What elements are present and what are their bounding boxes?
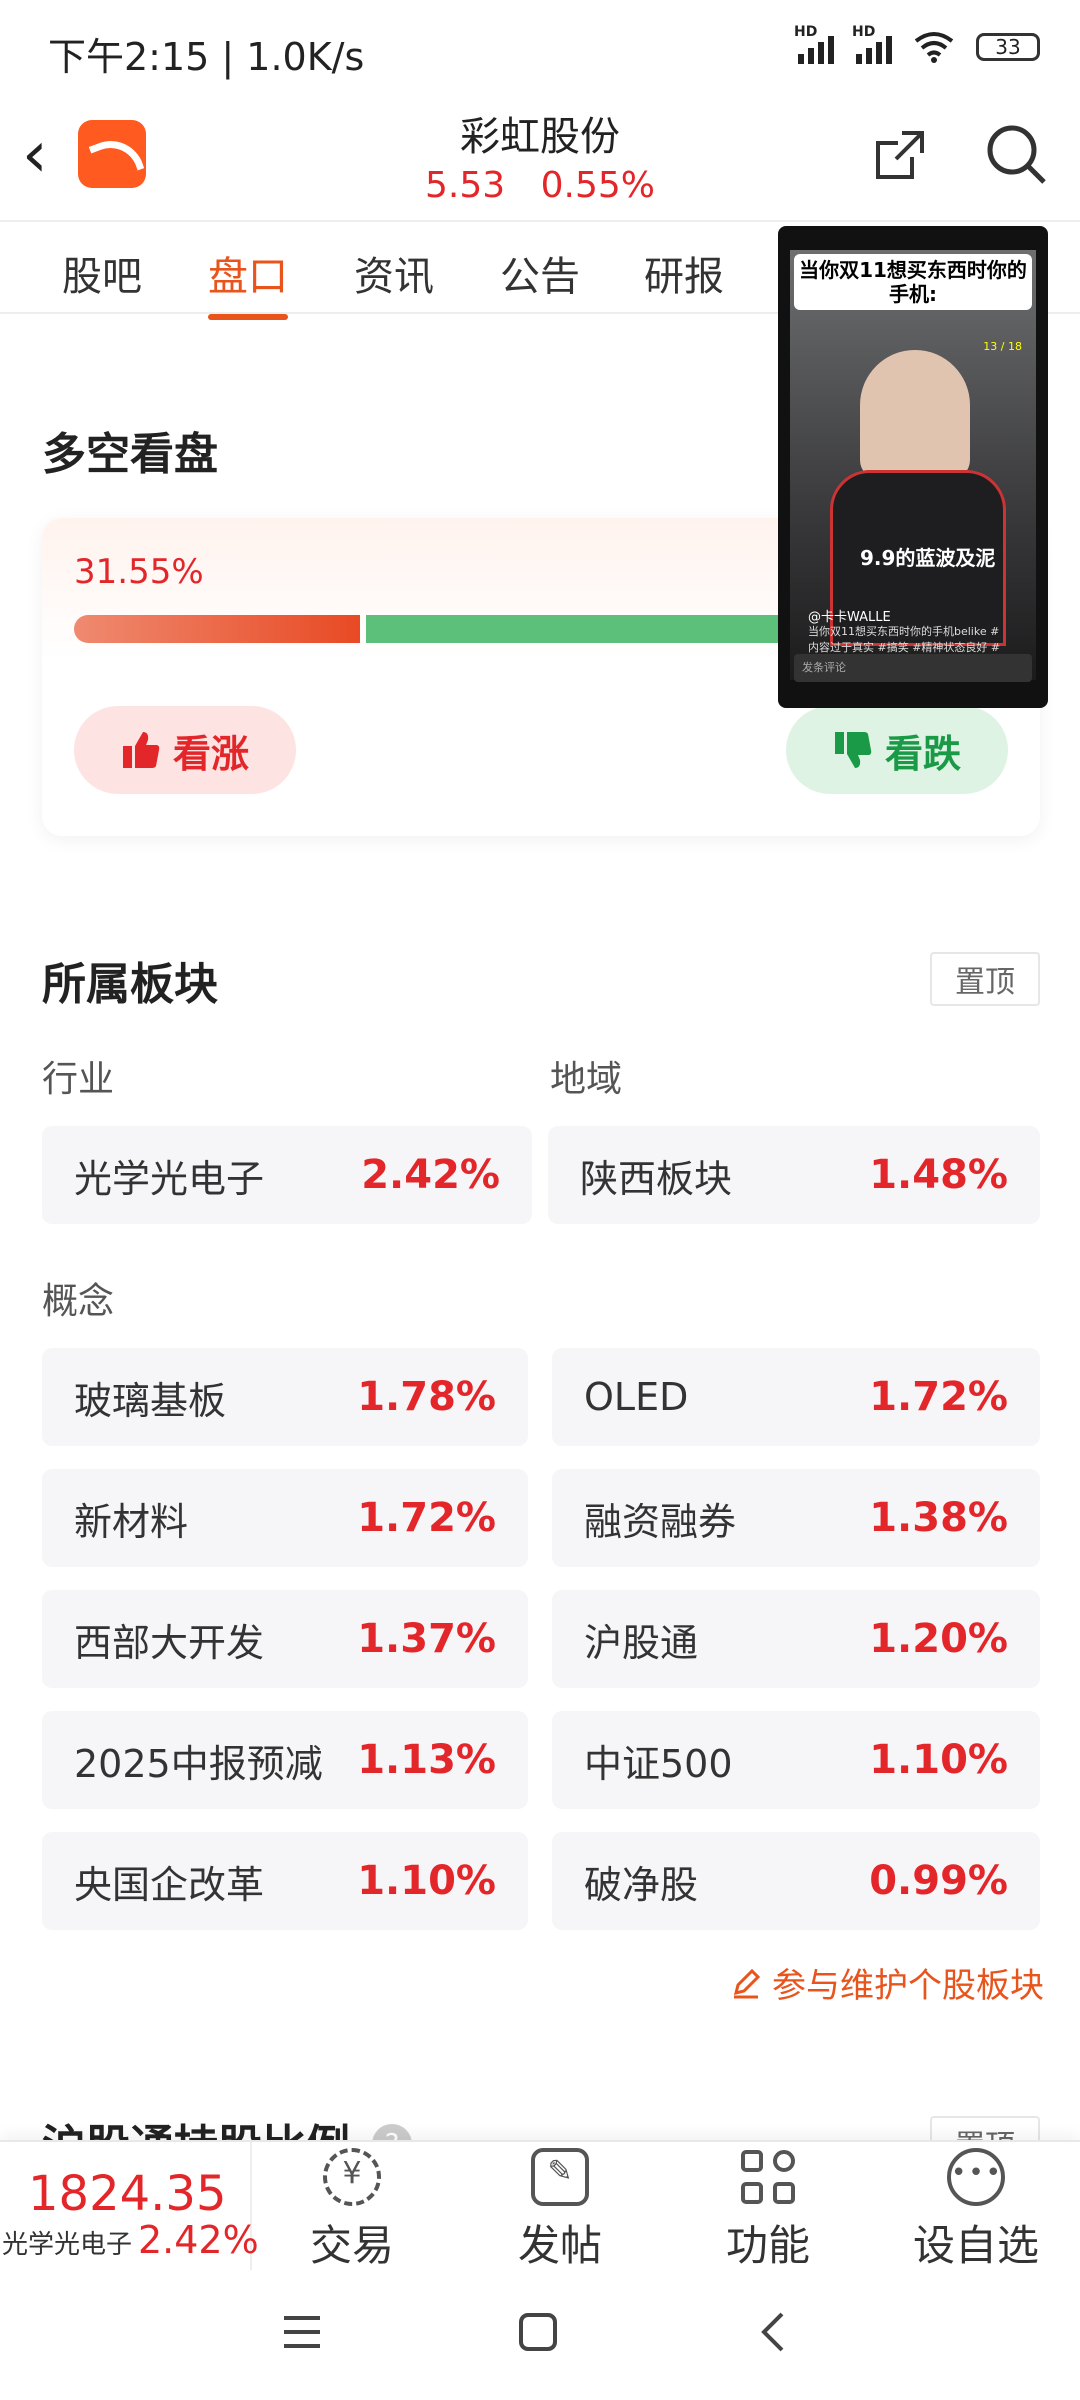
tab-research[interactable]: 研报 <box>644 244 724 302</box>
battery-icon: 33 <box>976 33 1040 61</box>
compose-icon: ✎ <box>531 2148 589 2206</box>
tab-announcements[interactable]: 公告 <box>500 244 580 302</box>
grid-icon <box>739 2148 797 2206</box>
video-page-badge: 13 / 18 <box>983 340 1022 353</box>
more-dots-icon: ••• <box>947 2148 1005 2206</box>
home-icon[interactable] <box>516 2310 560 2354</box>
signal-icon: HD <box>794 24 834 64</box>
video-caption: 当你双11想买东西时你的手机: <box>794 254 1032 310</box>
video-frame: 9.9的蓝波及泥 13 / 18 @卡卡WALLE 当你双11想买东西时你的手机… <box>790 250 1036 680</box>
plate-name: OLED <box>584 1375 689 1419</box>
plate-name: 中证500 <box>584 1741 733 1786</box>
status-bar: 下午2:15 | 1.0K/s HD HD 33 <box>0 0 1080 100</box>
add-watchlist-label: 设自选 <box>912 2221 1039 2270</box>
sector-index-pct: 2.42% <box>138 2218 259 2262</box>
industry-item[interactable]: 光学光电子 2.42% <box>42 1126 532 1224</box>
concept-item[interactable]: 2025中报预减 1.13% <box>42 1711 528 1809</box>
concept-item[interactable]: 中证500 1.10% <box>552 1711 1040 1809</box>
trade-button[interactable]: ¥ 交易 <box>282 2148 422 2273</box>
concept-label: 概念 <box>42 1281 115 1322</box>
plate-pct: 1.72% <box>357 1495 496 1541</box>
video-user: @卡卡WALLE <box>808 610 891 625</box>
concept-item[interactable]: 破净股 0.99% <box>552 1832 1040 1930</box>
plate-pct: 1.72% <box>869 1374 1008 1420</box>
trade-yen-icon: ¥ <box>323 2148 381 2206</box>
video-comment-input[interactable]: 发条评论 <box>794 654 1032 682</box>
vote-down-button[interactable]: 看跌 <box>786 706 1008 794</box>
maintain-plates-link[interactable]: 参与维护个股板块 <box>730 1958 1044 2007</box>
plate-pct: 1.38% <box>869 1495 1008 1541</box>
bull-percentage: 31.55% <box>74 552 204 592</box>
plate-pct: 1.20% <box>869 1616 1008 1662</box>
video-person-head <box>860 350 970 480</box>
tab-guba[interactable]: 股吧 <box>62 244 142 302</box>
plate-name: 陕西板块 <box>580 1156 733 1201</box>
concept-item[interactable]: OLED 1.72% <box>552 1348 1040 1446</box>
concept-item[interactable]: 新材料 1.72% <box>42 1469 528 1567</box>
concept-item[interactable]: 融资融券 1.38% <box>552 1469 1040 1567</box>
functions-button[interactable]: 功能 <box>698 2148 838 2273</box>
thumbs-up-icon <box>122 732 160 768</box>
thumbs-down-icon <box>834 732 872 768</box>
status-time: 下午2:15 | 1.0K/s <box>48 35 365 79</box>
plate-pct: 0.99% <box>869 1858 1008 1904</box>
plate-pct: 2.42% <box>361 1152 500 1198</box>
floating-video-window[interactable]: 9.9的蓝波及泥 13 / 18 @卡卡WALLE 当你双11想买东西时你的手机… <box>778 226 1048 708</box>
plate-name: 融资融券 <box>584 1499 737 1544</box>
pin-button[interactable]: 置顶 <box>930 952 1040 1006</box>
plate-pct: 1.48% <box>869 1152 1008 1198</box>
sector-index-widget[interactable]: 1824.35 光学光电子 2.42% <box>0 2142 259 2272</box>
plate-name: 2025中报预减 <box>74 1741 323 1786</box>
plate-name: 沪股通 <box>584 1620 699 1665</box>
plate-name: 玻璃基板 <box>74 1378 227 1423</box>
status-icons: HD HD 33 <box>794 24 1040 64</box>
plate-pct: 1.37% <box>357 1616 496 1662</box>
vote-up-button[interactable]: 看涨 <box>74 706 296 794</box>
post-button[interactable]: ✎ 发帖 <box>490 2148 630 2273</box>
stock-change: 0.55% <box>540 165 655 206</box>
sector-index-value: 1824.35 <box>28 2166 227 2222</box>
plate-name: 光学光电子 <box>74 1156 265 1201</box>
tab-pankou[interactable]: 盘口 <box>208 244 288 320</box>
share-icon[interactable] <box>872 127 928 183</box>
edit-pencil-icon <box>733 1968 761 1998</box>
region-label: 地域 <box>550 1059 623 1100</box>
sentiment-title: 多空看盘 <box>42 429 218 480</box>
plates-title: 所属板块 <box>42 959 218 1010</box>
tab-news[interactable]: 资讯 <box>354 244 434 302</box>
vote-down-label: 看跌 <box>884 731 961 776</box>
concept-item[interactable]: 沪股通 1.20% <box>552 1590 1040 1688</box>
bottom-bar: 1824.35 光学光电子 2.42% ¥ 交易 ✎ 发帖 功能 ••• 设自选 <box>0 2140 1080 2272</box>
sector-index-name: 光学光电子 <box>2 2230 133 2260</box>
stock-price: 5.53 <box>425 165 506 206</box>
plate-name: 破净股 <box>584 1862 699 1907</box>
vote-up-label: 看涨 <box>172 731 249 776</box>
bull-bar <box>74 615 360 643</box>
plate-name: 新材料 <box>74 1499 189 1544</box>
region-item[interactable]: 陕西板块 1.48% <box>548 1126 1040 1224</box>
wifi-icon <box>914 32 954 63</box>
plate-name: 西部大开发 <box>74 1620 265 1665</box>
system-nav-bar <box>0 2270 1080 2400</box>
plate-pct: 1.10% <box>869 1737 1008 1783</box>
trade-label: 交易 <box>309 2221 394 2270</box>
menu-icon[interactable] <box>280 2310 324 2354</box>
concept-item[interactable]: 玻璃基板 1.78% <box>42 1348 528 1446</box>
search-icon[interactable] <box>984 122 1048 186</box>
back-nav-icon[interactable] <box>752 2310 796 2354</box>
add-watchlist-button[interactable]: ••• 设自选 <box>906 2148 1046 2273</box>
maintain-plates-label: 参与维护个股板块 <box>772 1966 1044 2006</box>
post-label: 发帖 <box>517 2221 602 2270</box>
video-overlay-text: 9.9的蓝波及泥 <box>860 546 996 570</box>
plate-pct: 1.78% <box>357 1374 496 1420</box>
signal-icon: HD <box>852 24 892 64</box>
concept-item[interactable]: 西部大开发 1.37% <box>42 1590 528 1688</box>
industry-label: 行业 <box>42 1059 115 1100</box>
plate-pct: 1.10% <box>357 1858 496 1904</box>
plate-name: 央国企改革 <box>74 1862 265 1907</box>
concept-item[interactable]: 央国企改革 1.10% <box>42 1832 528 1930</box>
functions-label: 功能 <box>725 2221 810 2270</box>
plate-pct: 1.13% <box>357 1737 496 1783</box>
